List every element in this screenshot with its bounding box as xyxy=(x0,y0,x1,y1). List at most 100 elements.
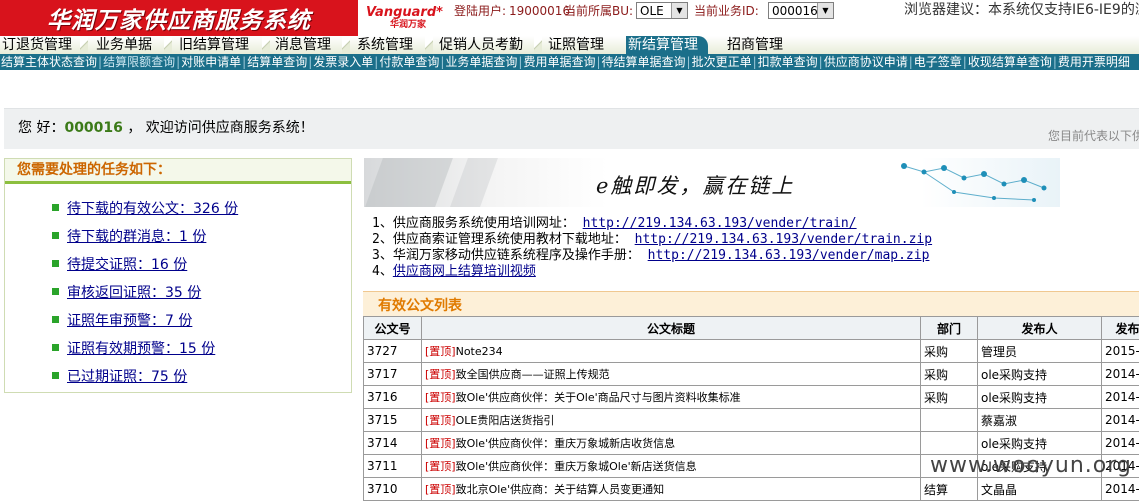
bu-select[interactable]: OLE ▼ xyxy=(636,2,688,19)
tab-system[interactable]: 系统管理 xyxy=(355,36,413,54)
notice-title-cell[interactable]: [置顶]致Ole'供应商伙伴：关于Ole'商品尺寸与图片资料收集标准 xyxy=(422,386,921,409)
task-item[interactable]: 已过期证照：75 份 xyxy=(52,366,187,386)
subnav-deduction-query[interactable]: 扣款单查询 xyxy=(757,54,819,70)
subnav-fee-docs[interactable]: 费用单据查询 xyxy=(522,54,596,70)
subnav-agreement[interactable]: 供应商协议申请 xyxy=(823,54,909,70)
notice-date: 2014-0 xyxy=(1102,409,1139,432)
login-label: 登陆用户: xyxy=(454,4,506,18)
subnav-cash-settlement[interactable]: 收现结算单查询 xyxy=(967,54,1053,70)
task-item[interactable]: 证照有效期预警：15 份 xyxy=(52,338,215,358)
banner-decoration xyxy=(450,158,498,207)
task-link[interactable]: 待提交证照：16 份 xyxy=(67,257,187,273)
system-logo: 华润万家供应商服务系统 xyxy=(0,0,358,36)
task-link[interactable]: 已过期证照：75 份 xyxy=(67,369,187,385)
subnav-limit-query[interactable]: 结算限额查询 xyxy=(102,54,176,70)
task-item[interactable]: 待下载的有效公文：326 份 xyxy=(52,198,238,218)
col-header[interactable]: 公文标题 xyxy=(422,317,921,340)
notice-title[interactable]: 致Ole'供应商伙伴：关于Ole'商品尺寸与图片资料收集标准 xyxy=(456,391,741,404)
task-item[interactable]: 待下载的群消息：1 份 xyxy=(52,226,206,246)
header: 华润万家供应商服务系统 Vanguard* 华润万家 登陆用户: 1900001… xyxy=(0,0,1139,36)
license-manual-link[interactable]: http://219.134.63.193/vender/train.zip xyxy=(635,232,932,247)
notice-title[interactable]: 致Ole'供应商伙伴：重庆万象城新店收货信息 xyxy=(456,437,676,450)
tab-business-docs[interactable]: 业务单据 xyxy=(94,36,152,54)
col-header[interactable]: 部门 xyxy=(921,317,978,340)
logo-text: 华润万家供应商服务系统 xyxy=(47,1,311,35)
pinned-tag: [置顶] xyxy=(425,460,456,473)
subnav-invoice-entry[interactable]: 发票录入单 xyxy=(312,54,374,70)
col-header[interactable]: 公文号 xyxy=(364,317,422,340)
task-item[interactable]: 待提交证照：16 份 xyxy=(52,254,187,274)
link-label: 2、供应商索证管理系统使用教材下载地址： xyxy=(372,232,627,247)
task-item[interactable]: 证照年审预警：7 份 xyxy=(52,310,192,330)
tab-divider xyxy=(164,36,172,54)
tab-license[interactable]: 证照管理 xyxy=(546,36,604,54)
task-item[interactable]: 审核返回证照：35 份 xyxy=(52,282,201,302)
subnav-batch-correction[interactable]: 批次更正单 xyxy=(691,54,753,70)
notice-title-cell[interactable]: [置顶]致北京Ole'供应商：关于结算人员变更通知 xyxy=(422,478,921,501)
notice-no: 3716 xyxy=(364,386,422,409)
main-tabs: 订退货管理 业务单据 旧结算管理 消息管理 系统管理 促销人员考勤 证照管理 新… xyxy=(0,36,1139,54)
table-row[interactable]: 3716[置顶]致Ole'供应商伙伴：关于Ole'商品尺寸与图片资料收集标准采购… xyxy=(364,386,1139,409)
notice-title-cell[interactable]: [置顶]致Ole'供应商伙伴：重庆万象城Ole'新店送货信息 xyxy=(422,455,921,478)
link-row: 2、供应商索证管理系统使用教材下载地址： http://219.134.63.1… xyxy=(372,232,932,248)
task-link[interactable]: 待下载的群消息：1 份 xyxy=(67,229,206,245)
sub-nav: 结算主体状态查询|结算限额查询|对账申请单|结算单查询|发票录入单|付款单查询|… xyxy=(0,54,1139,70)
col-header[interactable]: 发布人 xyxy=(978,317,1102,340)
chevron-down-icon[interactable]: ▼ xyxy=(671,3,687,18)
task-link[interactable]: 审核返回证照：35 份 xyxy=(67,285,201,301)
notice-title[interactable]: OLE贵阳店送货指引 xyxy=(456,414,555,427)
tab-old-settlement[interactable]: 旧结算管理 xyxy=(177,36,249,54)
task-panel-title: 您需要处理的任务如下： xyxy=(5,159,351,184)
notice-title[interactable]: 致全国供应商——证照上传规范 xyxy=(456,368,610,381)
tab-merchant[interactable]: 招商管理 xyxy=(725,36,783,54)
subnav-e-signature[interactable]: 电子签章 xyxy=(913,54,963,70)
subnav-pending-settlement[interactable]: 待结算单据查询 xyxy=(601,54,687,70)
subnav-fee-invoice-detail[interactable]: 费用开票明细 xyxy=(1057,54,1131,70)
chevron-down-icon[interactable]: ▼ xyxy=(817,3,833,18)
training-url-link[interactable]: http://219.134.63.193/vender/train/ xyxy=(583,216,857,231)
notice-dept: 采购 xyxy=(921,340,978,363)
subnav-settlement-query[interactable]: 结算单查询 xyxy=(246,54,308,70)
table-row[interactable]: 3710[置顶]致北京Ole'供应商：关于结算人员变更通知结算文晶晶2014-0 xyxy=(364,478,1139,501)
task-link[interactable]: 证照有效期预警：15 份 xyxy=(67,341,215,357)
notice-list-title: 有效公文列表 xyxy=(378,295,462,315)
notice-title[interactable]: Note234 xyxy=(456,345,503,358)
notice-no: 3717 xyxy=(364,363,422,386)
mobile-manual-link[interactable]: http://219.134.63.193/vender/map.zip xyxy=(648,248,930,263)
notice-title[interactable]: 致Ole'供应商伙伴：重庆万象城Ole'新店送货信息 xyxy=(456,460,697,473)
tab-new-settlement[interactable]: 新结算管理 xyxy=(626,36,708,54)
task-link[interactable]: 待下载的有效公文：326 份 xyxy=(67,201,238,217)
welcome-text: 您 好：000016 ， 欢迎访问供应商服务系统！ xyxy=(18,117,314,137)
bu-select-value: OLE xyxy=(640,4,664,18)
notice-title-cell[interactable]: [置顶]致全国供应商——证照上传规范 xyxy=(422,363,921,386)
subnav-entity-status[interactable]: 结算主体状态查询 xyxy=(0,54,98,70)
bullet-icon xyxy=(52,344,59,351)
table-row[interactable]: 3717[置顶]致全国供应商——证照上传规范采购ole采购支持2014-0 xyxy=(364,363,1139,386)
tab-order-return[interactable]: 订退货管理 xyxy=(0,36,72,54)
biz-id-select[interactable]: 000016 ▼ xyxy=(768,2,834,19)
bullet-icon xyxy=(52,204,59,211)
subnav-business-docs[interactable]: 业务单据查询 xyxy=(444,54,518,70)
tab-divider xyxy=(425,36,433,54)
task-panel: 您需要处理的任务如下： 待下载的有效公文：326 份 待下载的群消息：1 份 待… xyxy=(4,158,352,393)
network-graphic-icon xyxy=(884,158,1060,207)
table-row[interactable]: 3714[置顶]致Ole'供应商伙伴：重庆万象城新店收货信息ole采购支持201… xyxy=(364,432,1139,455)
table-row[interactable]: 3715[置顶]OLE贵阳店送货指引蔡嘉淑2014-0 xyxy=(364,409,1139,432)
notice-title-cell[interactable]: [置顶]OLE贵阳店送货指引 xyxy=(422,409,921,432)
video-link[interactable]: 供应商网上结算培训视频 xyxy=(393,264,536,279)
subnav-payment-query[interactable]: 付款单查询 xyxy=(378,54,440,70)
notice-title[interactable]: 致北京Ole'供应商：关于结算人员变更通知 xyxy=(456,483,665,496)
notice-title-cell[interactable]: [置顶]致Ole'供应商伙伴：重庆万象城新店收货信息 xyxy=(422,432,921,455)
pinned-tag: [置顶] xyxy=(425,414,456,427)
col-header[interactable]: 发布 xyxy=(1102,317,1139,340)
task-link[interactable]: 证照年审预警：7 份 xyxy=(67,313,192,329)
notice-title-cell[interactable]: [置顶]Note234 xyxy=(422,340,921,363)
table-row[interactable]: 3727[置顶]Note234采购管理员2015-0 xyxy=(364,340,1139,363)
bullet-icon xyxy=(52,316,59,323)
notice-dept: 结算 xyxy=(921,478,978,501)
tab-messages[interactable]: 消息管理 xyxy=(273,36,331,54)
notice-dept xyxy=(921,432,978,455)
subnav-reconcile[interactable]: 对账申请单 xyxy=(180,54,242,70)
tab-promo-attendance[interactable]: 促销人员考勤 xyxy=(437,36,523,54)
brand-en: Vanguard* xyxy=(366,6,443,20)
